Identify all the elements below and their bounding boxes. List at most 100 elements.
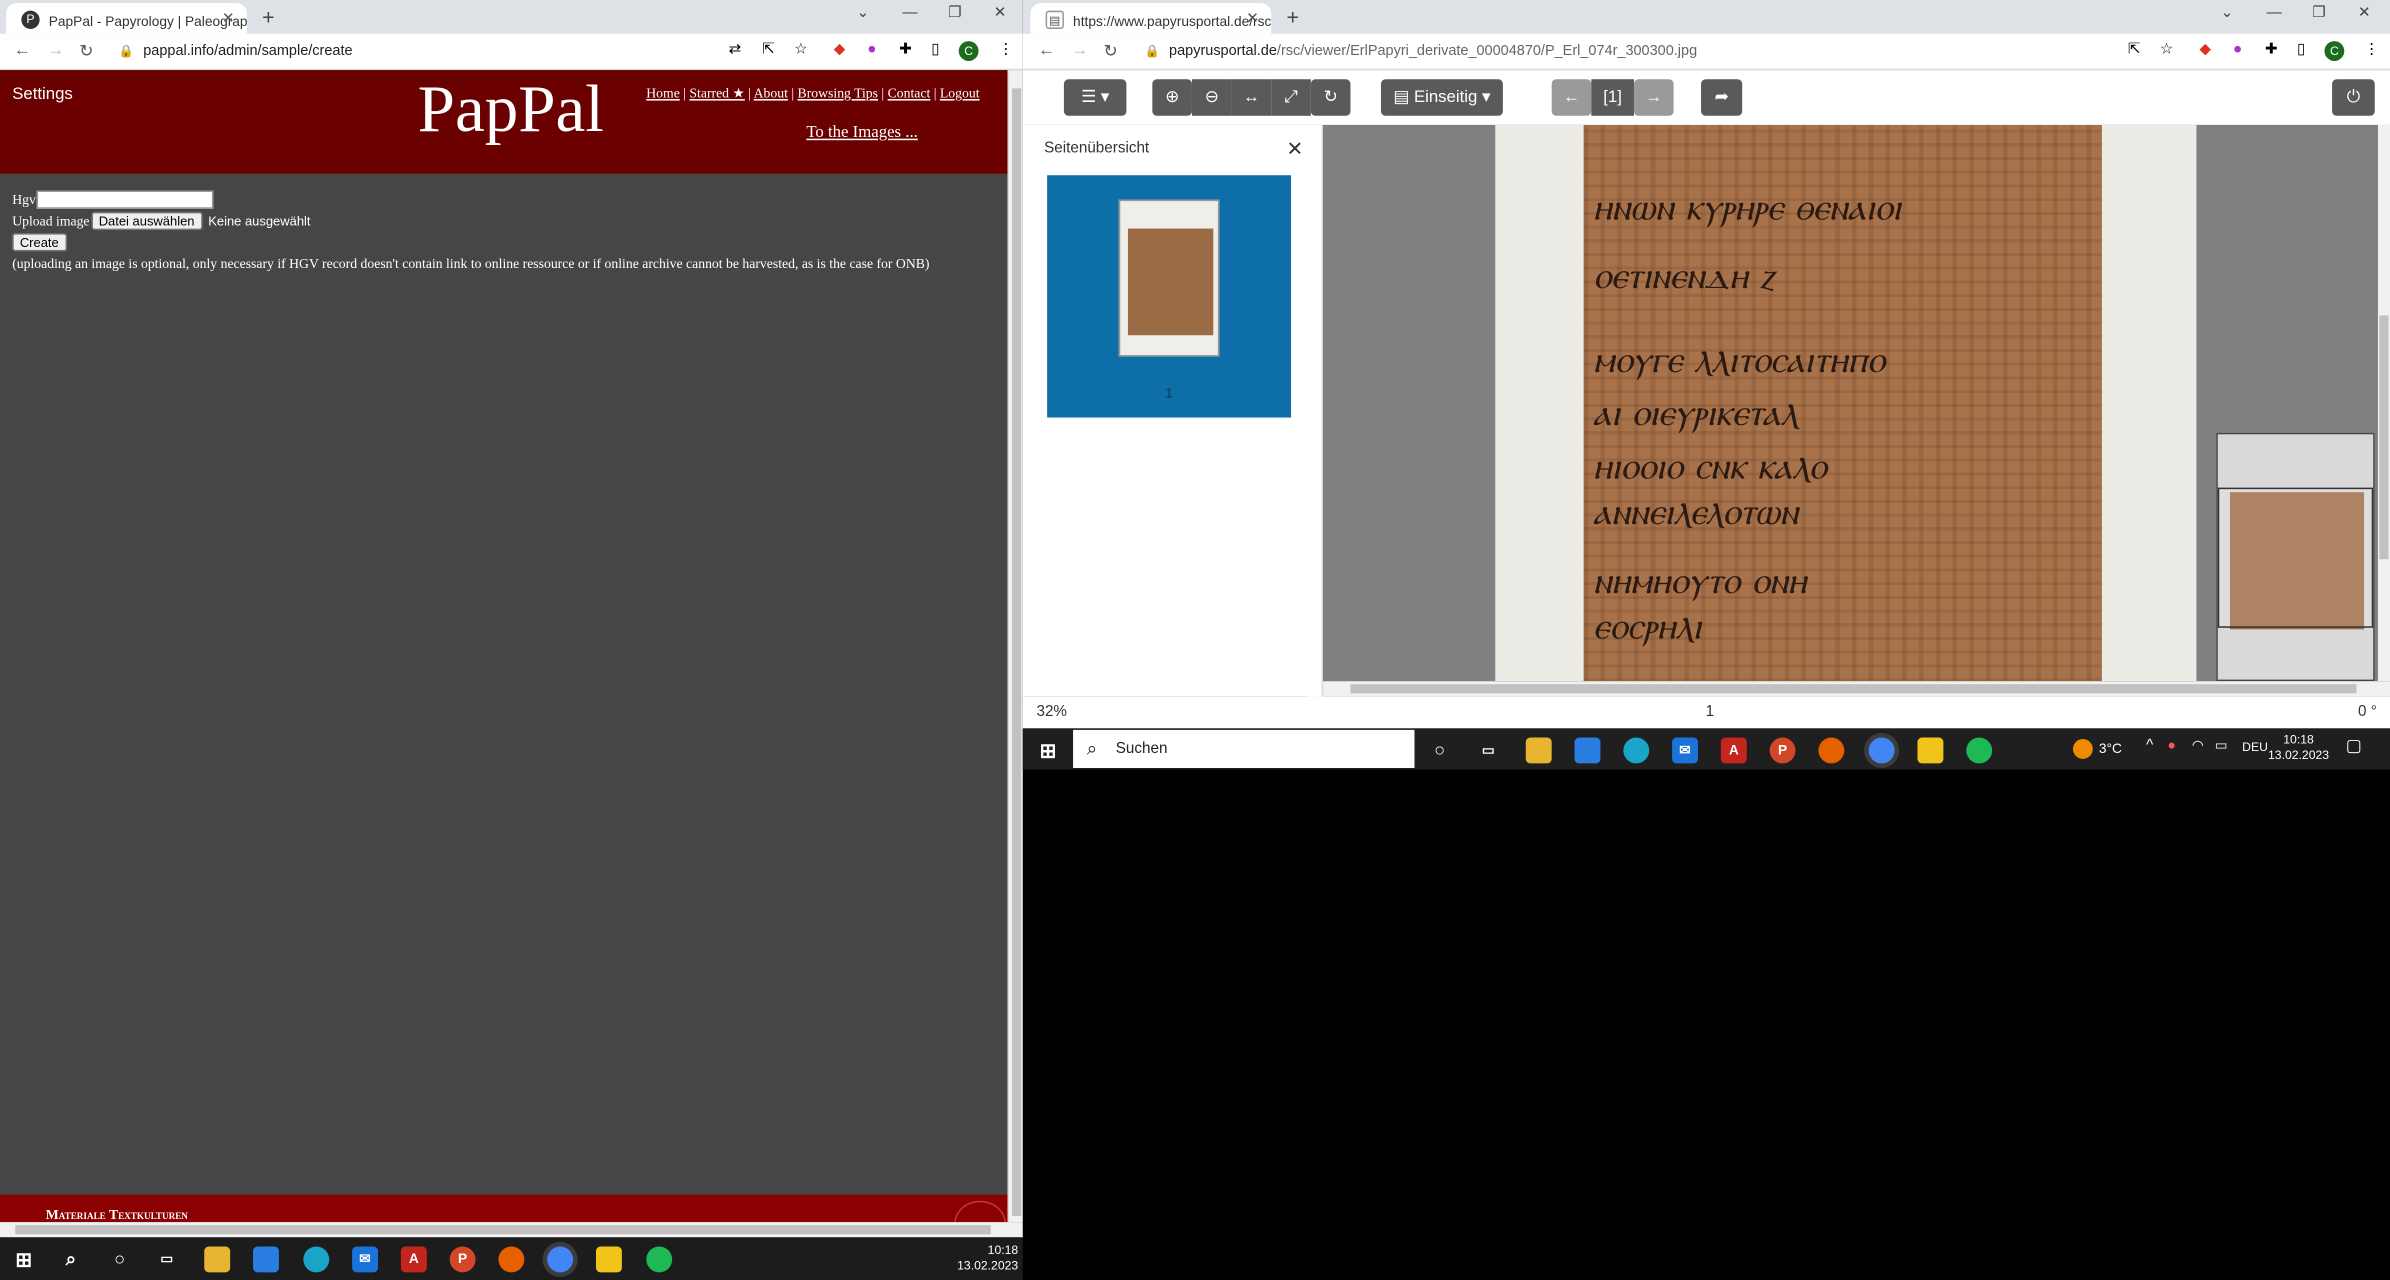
restore-icon[interactable]: ❐: [948, 5, 962, 22]
acrobat-icon[interactable]: A: [400, 1246, 427, 1273]
next-page-icon[interactable]: →: [1633, 79, 1674, 116]
forward-icon[interactable]: →: [1072, 41, 1089, 59]
wifi-icon[interactable]: ◠: [2192, 738, 2204, 755]
profile-avatar[interactable]: C: [2324, 41, 2345, 61]
nav-home[interactable]: Home: [646, 85, 680, 100]
menu-dots-icon[interactable]: ⋮: [2364, 41, 2379, 58]
file-manager-icon[interactable]: [595, 1246, 622, 1273]
extension-icon[interactable]: ◆: [834, 41, 846, 58]
tray-chevron-icon[interactable]: ^: [2146, 738, 2153, 755]
page-thumbnail[interactable]: 1: [1047, 175, 1292, 418]
forward-icon[interactable]: →: [47, 41, 64, 59]
battery-icon[interactable]: ▭: [2215, 738, 2228, 755]
task-view-icon[interactable]: ▭: [1475, 738, 1501, 764]
translate-icon[interactable]: ⇄: [729, 41, 742, 58]
viewer-vertical-scrollbar[interactable]: [2377, 124, 2390, 682]
bookmark-star-icon[interactable]: ☆: [2160, 41, 2174, 58]
choose-file-button[interactable]: Datei auswählen: [91, 211, 203, 231]
profile-avatar[interactable]: C: [958, 41, 979, 61]
firefox-icon[interactable]: [498, 1246, 525, 1273]
power-icon[interactable]: ⏻: [2332, 79, 2375, 116]
left-vertical-scrollbar[interactable]: [1007, 70, 1023, 1223]
bookmark-star-icon[interactable]: ☆: [794, 41, 808, 58]
firefox-icon[interactable]: [1818, 737, 1845, 764]
minimize-icon[interactable]: —: [2267, 5, 2282, 22]
powerpoint-icon[interactable]: P: [1769, 737, 1796, 764]
sidebar-icon[interactable]: ▯: [2297, 41, 2305, 58]
powerpoint-icon[interactable]: P: [449, 1246, 476, 1273]
weather-icon[interactable]: [2072, 739, 2093, 759]
share-icon[interactable]: ⇱: [762, 41, 775, 58]
search-icon[interactable]: ⌕: [58, 1246, 84, 1272]
new-tab-button[interactable]: +: [1286, 5, 1298, 29]
back-icon[interactable]: ←: [1038, 41, 1055, 59]
mail-icon[interactable]: ✉: [352, 1246, 379, 1273]
close-window-icon[interactable]: ✕: [994, 5, 1007, 22]
cortana-icon[interactable]: ○: [107, 1246, 133, 1272]
right-url-field[interactable]: 🔒 papyrusportal.de/rsc/viewer/ErlPapyri_d…: [1145, 43, 1697, 60]
page-indicator[interactable]: [1]: [1591, 79, 1634, 116]
minimize-icon[interactable]: —: [902, 5, 917, 22]
settings-link[interactable]: Settings: [12, 85, 73, 103]
hgv-input[interactable]: [35, 190, 213, 209]
chrome-icon[interactable]: [1868, 737, 1895, 764]
zoom-in-icon[interactable]: ⊕: [1152, 79, 1192, 116]
nav-logout[interactable]: Logout: [940, 85, 980, 100]
left-url-field[interactable]: 🔒 pappal.info/admin/sample/create: [119, 43, 353, 60]
reload-icon[interactable]: ↻: [1104, 41, 1118, 61]
restore-icon[interactable]: ❐: [2312, 5, 2326, 22]
extension-icon[interactable]: ●: [867, 41, 876, 58]
spotify-icon[interactable]: [646, 1246, 673, 1273]
task-view-icon[interactable]: ▭: [154, 1246, 180, 1272]
right-clock[interactable]: 10:18 13.02.2023: [2267, 733, 2331, 763]
pappal-logo[interactable]: PapPal: [418, 70, 604, 148]
nav-starred[interactable]: Starred ★: [689, 85, 744, 100]
store-icon[interactable]: [253, 1246, 279, 1273]
sidebar-icon[interactable]: ▯: [931, 41, 939, 58]
file-explorer-icon[interactable]: [204, 1246, 231, 1273]
left-horizontal-scrollbar[interactable]: [0, 1222, 1023, 1238]
share-icon[interactable]: ⇱: [2128, 41, 2141, 58]
windows-start-icon[interactable]: ⊞: [1035, 738, 1061, 764]
share-icon[interactable]: ➦: [1701, 79, 1743, 116]
viewer-horizontal-scrollbar[interactable]: [1323, 681, 2390, 697]
file-manager-icon[interactable]: [1917, 737, 1944, 764]
extension-icon[interactable]: ●: [2233, 41, 2242, 58]
right-active-tab[interactable]: ▤ https://www.papyrusportal.de/rsc ✕: [1030, 3, 1272, 34]
cortana-icon[interactable]: ○: [1427, 738, 1453, 764]
image-canvas[interactable]: ⲏⲛⲱⲛ ⲕⲩⲣⲏⲣⲉ ⲑⲉⲛⲁⲓⲟⲓ ⲟⲉⲧⲓⲛⲉⲛⲇⲏ ⲍ ⲙⲟⲩⲅⲉ ⲗⲗ…: [1323, 124, 2378, 682]
back-icon[interactable]: ←: [14, 41, 31, 59]
edge-icon[interactable]: [303, 1246, 330, 1273]
left-clock[interactable]: 10:18 13.02.2023: [930, 1243, 1018, 1273]
extensions-puzzle-icon[interactable]: ✚: [899, 41, 912, 58]
language-indicator[interactable]: DEU: [2242, 741, 2268, 755]
extensions-puzzle-icon[interactable]: ✚: [2265, 41, 2278, 58]
layout-select[interactable]: ▤ Einseitig ▾: [1380, 79, 1503, 116]
create-button[interactable]: Create: [12, 233, 67, 252]
new-tab-button[interactable]: +: [262, 5, 274, 29]
previous-page-icon[interactable]: ←: [1551, 79, 1592, 116]
menu-dots-icon[interactable]: ⋮: [998, 41, 1013, 58]
navigator-minimap[interactable]: [2216, 432, 2375, 682]
nav-browsing-tips[interactable]: Browsing Tips: [798, 85, 878, 100]
chrome-icon[interactable]: [547, 1246, 574, 1273]
edge-icon[interactable]: [1623, 737, 1650, 764]
nav-about[interactable]: About: [754, 85, 788, 100]
close-sidebar-icon[interactable]: ✕: [1286, 137, 1303, 161]
tray-app-icon[interactable]: ●: [2167, 738, 2175, 753]
to-the-images-link[interactable]: To the Images ...: [806, 123, 918, 141]
mail-icon[interactable]: ✉: [1672, 737, 1698, 764]
windows-start-icon[interactable]: ⊞: [11, 1246, 37, 1272]
fit-page-icon[interactable]: ⤢: [1271, 79, 1311, 116]
extension-icon[interactable]: ◆: [2199, 41, 2211, 58]
taskbar-search-box[interactable]: ⌕ Suchen: [1073, 729, 1415, 769]
hamburger-menu-button[interactable]: ☰ ▾: [1063, 79, 1127, 116]
zoom-out-icon[interactable]: ⊖: [1191, 79, 1232, 116]
store-icon[interactable]: [1574, 737, 1601, 764]
close-tab-icon[interactable]: ✕: [222, 11, 235, 28]
chevron-down-icon[interactable]: ⌄: [857, 5, 870, 22]
rotate-icon[interactable]: ↻: [1310, 79, 1351, 116]
fit-width-icon[interactable]: ↔: [1231, 79, 1272, 116]
file-explorer-icon[interactable]: [1525, 737, 1552, 764]
left-active-tab[interactable]: P PapPal - Papyrology | Paleograph ✕: [6, 3, 247, 34]
